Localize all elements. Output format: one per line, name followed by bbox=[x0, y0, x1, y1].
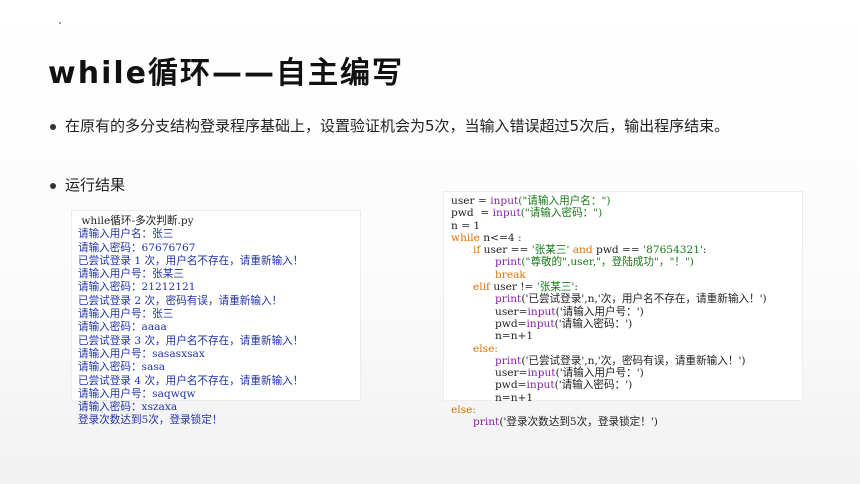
output-line: 已尝试登录 1 次，用户名不存在，请重新输入！ bbox=[78, 254, 304, 267]
bullet-text: 在原有的多分支结构登录程序基础上，设置验证机会为5次，当输入错误超过5次后，输出… bbox=[65, 117, 730, 135]
code-token: ('请输入用户号：') bbox=[555, 367, 644, 380]
code-line: else: bbox=[451, 404, 476, 417]
code-token: user == bbox=[480, 244, 532, 257]
code-line: user=input('请输入用户号：') bbox=[451, 367, 802, 379]
code-line: if user == '张某三' and pwd == '87654321': bbox=[451, 244, 802, 256]
output-line: while循环-多次判断.py bbox=[78, 215, 194, 227]
output-screenshot: while循环-多次判断.py 请输入用户名：张三 请输入密码：67676767… bbox=[72, 211, 360, 426]
bullet-dot-icon bbox=[50, 183, 56, 189]
code-token: user= bbox=[495, 367, 528, 380]
code-line: pwd=input('请输入密码：') bbox=[451, 379, 802, 391]
code-token: pwd= bbox=[495, 379, 527, 392]
page-title: while循环——自主编写 bbox=[48, 56, 404, 91]
code-token: input bbox=[492, 207, 521, 220]
code-token: print bbox=[473, 416, 500, 429]
code-line: elif user != '张某三': bbox=[451, 281, 802, 293]
code-token: user = bbox=[451, 195, 491, 207]
code-token: while bbox=[451, 231, 480, 244]
code-line: print("尊敬的",user,"，登陆成功"，"！") bbox=[451, 256, 802, 268]
code-token: pwd= bbox=[495, 317, 527, 330]
code-token: : bbox=[574, 281, 578, 294]
code-token: pwd == bbox=[592, 244, 644, 257]
code-token: print bbox=[495, 293, 522, 306]
code-token: elif bbox=[473, 281, 490, 294]
code-line: user = input("请输入用户名：") bbox=[451, 195, 802, 207]
code-token: ('已尝试登录',n,'次，用户名不存在，请重新输入！') bbox=[521, 293, 767, 306]
output-line: 请输入用户号：张三 bbox=[78, 308, 174, 321]
code-line: else: bbox=[473, 342, 498, 355]
code-line: pwd = input("请输入密码：") bbox=[451, 207, 802, 219]
code-line: n=n+1 bbox=[495, 330, 534, 343]
output-line: 请输入用户号：saqwqw bbox=[78, 387, 196, 400]
code-token: input bbox=[526, 379, 555, 392]
code-token: and bbox=[569, 244, 593, 257]
output-line: 已尝试登录 4 次，用户名不存在，请重新输入！ bbox=[78, 374, 304, 387]
code-token: input bbox=[527, 305, 556, 318]
code-token: user= bbox=[495, 305, 528, 318]
code-token: '张某三' bbox=[531, 244, 570, 257]
code-line: print('已尝试登录',n,'次，用户名不存在，请重新输入！') bbox=[451, 293, 802, 305]
decorative-dot bbox=[59, 22, 61, 24]
code-token: ('请输入用户号：') bbox=[555, 305, 644, 318]
output-line: 请输入密码：xszaxa bbox=[78, 401, 178, 414]
code-token: '87654321' bbox=[643, 244, 703, 257]
code-token: ("尊敬的",user,"，登陆成功"，"！") bbox=[521, 256, 694, 269]
code-token: ('请输入密码：') bbox=[554, 379, 633, 392]
code-line: user=input('请输入用户号：') bbox=[451, 306, 802, 318]
code-token: ('已尝试登录',n,'次，密码有误，请重新输入！') bbox=[521, 354, 746, 367]
bullet-text: 运行结果 bbox=[65, 176, 126, 194]
code-line: break bbox=[495, 268, 526, 281]
code-line: pwd=input('请输入密码：') bbox=[451, 318, 802, 330]
code-token: user != bbox=[489, 281, 537, 294]
output-line: 请输入密码：21212121 bbox=[78, 281, 196, 294]
output-line: 请输入密码：67676767 bbox=[78, 241, 196, 254]
output-line: 登录次数达到5次，登录锁定！ bbox=[78, 414, 223, 427]
code-token: ('登录次数达到5次，登录锁定！') bbox=[499, 416, 658, 429]
code-line: print('已尝试登录',n,'次，密码有误，请重新输入！') bbox=[451, 355, 802, 367]
code-token: pwd = bbox=[451, 207, 493, 220]
code-token: : bbox=[702, 244, 707, 257]
output-line: 请输入密码：sasa bbox=[78, 361, 166, 374]
code-token: ("请输入用户名：") bbox=[518, 195, 611, 207]
code-token: print bbox=[495, 354, 522, 367]
code-screenshot: user = input("请输入用户名：") pwd = input("请输入… bbox=[444, 192, 802, 428]
code-line: n=n+1 bbox=[495, 391, 534, 404]
code-line: while n<=4 : bbox=[451, 232, 802, 244]
output-line: 请输入用户号：张某三 bbox=[78, 268, 184, 281]
output-line: 已尝试登录 2 次，密码有误，请重新输入！ bbox=[78, 294, 283, 307]
code-token: input bbox=[526, 317, 555, 330]
code-token: n<=4 : bbox=[479, 231, 522, 244]
output-line: 请输入密码：aaaa bbox=[78, 321, 167, 334]
code-token: input bbox=[490, 195, 519, 207]
output-line: 请输入用户号：sasasxsax bbox=[78, 347, 205, 360]
bullet-item-task: 在原有的多分支结构登录程序基础上，设置验证机会为5次，当输入错误超过5次后，输出… bbox=[50, 114, 810, 138]
code-line: n = 1 bbox=[451, 219, 481, 232]
code-token: '张某三' bbox=[536, 281, 575, 294]
code-token: input bbox=[527, 367, 556, 380]
output-line: 请输入用户名：张三 bbox=[78, 228, 174, 241]
output-line: 已尝试登录 3 次，用户名不存在，请重新输入！ bbox=[78, 334, 304, 347]
code-token: ('请输入密码：') bbox=[554, 317, 633, 330]
code-line: print('登录次数达到5次，登录锁定！') bbox=[451, 416, 802, 428]
code-token: ("请输入密码：") bbox=[520, 207, 603, 220]
code-token: print bbox=[495, 256, 522, 269]
bullet-dot-icon bbox=[50, 124, 56, 130]
bullet-item-result: 运行结果 bbox=[50, 173, 125, 197]
